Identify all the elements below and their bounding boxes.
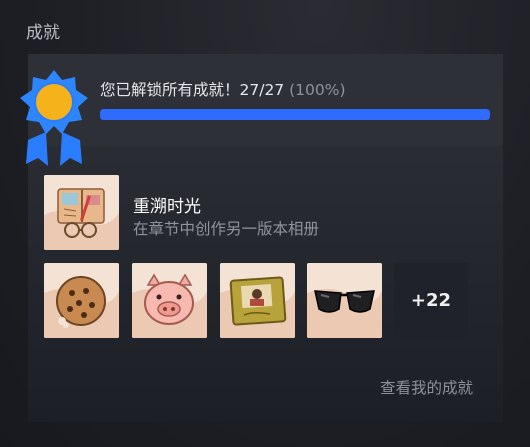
achievement-description: 在章节中创作另一版本相册 [133, 220, 320, 238]
photo-frame-icon[interactable] [220, 263, 295, 338]
view-my-achievements-link[interactable]: 查看我的成就 [380, 376, 473, 398]
achievement-title: 重溯时光 [133, 197, 201, 217]
summary-text: 您已解锁所有成就！27/27 [100, 81, 285, 99]
achievement-summary: 您已解锁所有成就！27/27 (100%) [20, 54, 503, 166]
summary-percent: (100%) [289, 81, 346, 99]
sunglasses-icon[interactable] [307, 263, 382, 338]
section-title: 成就 [26, 23, 60, 43]
progress-bar [100, 109, 490, 120]
photo-album-icon[interactable] [44, 175, 119, 250]
pig-icon[interactable] [132, 263, 207, 338]
achievements-panel: 您已解锁所有成就！27/27 (100%) 重溯时光 在章节中创作另一版本相册 [20, 54, 503, 422]
more-achievements-count[interactable]: +22 [394, 263, 468, 338]
cookie-icon[interactable] [44, 263, 119, 338]
medal-icon [20, 70, 88, 166]
progress-fill [100, 109, 490, 120]
